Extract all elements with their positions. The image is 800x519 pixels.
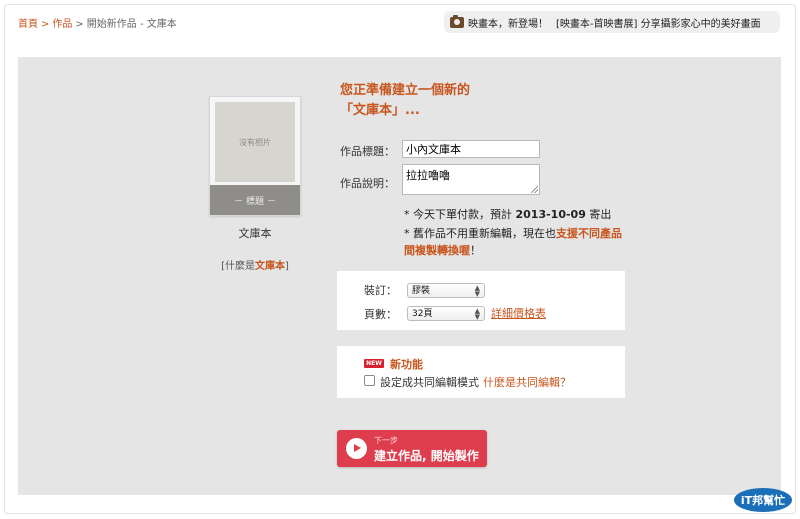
co-edit-label-text[interactable]: 設定成共同編輯模式 xyxy=(380,376,479,389)
breadcrumb: 首頁 > 作品 > 開始新作品 - 文庫本 xyxy=(18,15,177,30)
page-title-line1: 您正準備建立一個新的 xyxy=(340,83,471,98)
convert-note-prefix: * 舊作品不用重新編輯，現在也 xyxy=(404,227,556,240)
book-type-name: 文庫本 xyxy=(238,227,272,240)
shipping-note: * 今天下單付款，預計 2013-10-09 寄出 xyxy=(404,206,611,222)
breadcrumb-separator: > xyxy=(41,19,50,30)
new-feature-box: NEW 新功能 設定成共同編輯模式 什麼是共同編輯？ xyxy=(337,346,625,398)
play-icon xyxy=(346,438,367,459)
create-work-label: 建立作品, 開始製作 xyxy=(374,449,479,463)
page-title: 您正準備建立一個新的 「文庫本」... xyxy=(340,81,470,121)
description-textarea[interactable]: 拉拉嚕嚕 xyxy=(402,164,540,195)
resize-grip-icon[interactable] xyxy=(531,186,538,193)
announcement-text: 映畫本，新登場！ xyxy=(468,18,548,30)
co-edit-label: 設定成共同編輯模式 什麼是共同編輯？ xyxy=(380,374,571,390)
pages-select-value: 32頁 xyxy=(412,309,433,319)
create-work-button[interactable]: 下一步 建立作品, 開始製作 xyxy=(337,430,487,467)
page-title-line2: 「文庫本」... xyxy=(340,103,420,118)
what-prefix: [什麼是 xyxy=(221,261,255,272)
options-box: 裝訂： 膠裝 ▲ ▼ 頁數： 32頁 ▲ ▼ 詳細價格表 xyxy=(337,271,625,330)
logo-text: iT邦幫忙 xyxy=(741,493,785,507)
breadcrumb-separator: > xyxy=(75,19,84,30)
what-is-bunkobon: [什麼是文庫本] xyxy=(209,257,301,272)
price-table-link[interactable]: 詳細價格表 xyxy=(491,305,546,321)
shipping-note-suffix: 寄出 xyxy=(585,208,612,221)
breadcrumb-works-link[interactable]: 作品 xyxy=(52,19,72,30)
shipping-note-prefix: * 今天下單付款，預計 xyxy=(404,208,516,221)
select-arrows-icon: ▲ ▼ xyxy=(474,307,480,321)
ithome-logo: iT邦幫忙 xyxy=(734,488,792,512)
new-badge: NEW xyxy=(364,359,384,368)
shipping-date: 2013-10-09 xyxy=(515,208,586,221)
description-text: 拉拉嚕嚕 xyxy=(406,169,450,182)
title-label: 作品標題： xyxy=(340,145,395,158)
book-cover-photo: 沒有相片 xyxy=(215,102,295,182)
description-label: 作品說明： xyxy=(340,177,395,190)
new-feature-title: 新功能 xyxy=(390,358,423,371)
what-suffix: ] xyxy=(285,261,289,272)
announcement-bar[interactable]: 映畫本，新登場！ [映畫本-首映書展] 分享攝影家心中的美好畫面 xyxy=(444,11,780,33)
pages-select[interactable]: 32頁 ▲ ▼ xyxy=(407,306,485,321)
binding-select[interactable]: 膠裝 ▲ ▼ xyxy=(407,283,485,298)
pages-label: 頁數： xyxy=(364,308,397,321)
co-edit-help-link[interactable]: 什麼是共同編輯？ xyxy=(483,376,571,389)
convert-note: * 舊作品不用重新編輯，現在也支援不同產品間複製轉換喔！ xyxy=(404,225,629,259)
breadcrumb-home-link[interactable]: 首頁 xyxy=(18,19,38,30)
book-title-band: － 標題 － xyxy=(210,185,300,215)
main-panel: 沒有相片 － 標題 － 文庫本 [什麼是文庫本] 您正準備建立一個新的 「文庫本… xyxy=(18,57,781,495)
title-input[interactable] xyxy=(402,140,540,158)
convert-note-suffix: ！ xyxy=(470,244,481,257)
announcement-link[interactable]: [映畫本-首映書展] 分享攝影家心中的美好畫面 xyxy=(556,15,761,30)
binding-select-value: 膠裝 xyxy=(412,286,431,296)
next-step-label: 下一步 xyxy=(374,436,398,445)
camera-icon xyxy=(450,14,464,28)
binding-label: 裝訂： xyxy=(364,284,397,297)
what-is-bunkobon-link[interactable]: 文庫本 xyxy=(255,261,285,272)
breadcrumb-current: 開始新作品 - 文庫本 xyxy=(86,19,177,30)
book-preview: 沒有相片 － 標題 － xyxy=(209,96,301,216)
co-edit-checkbox[interactable] xyxy=(364,375,375,386)
select-arrows-icon: ▲ ▼ xyxy=(474,284,480,298)
